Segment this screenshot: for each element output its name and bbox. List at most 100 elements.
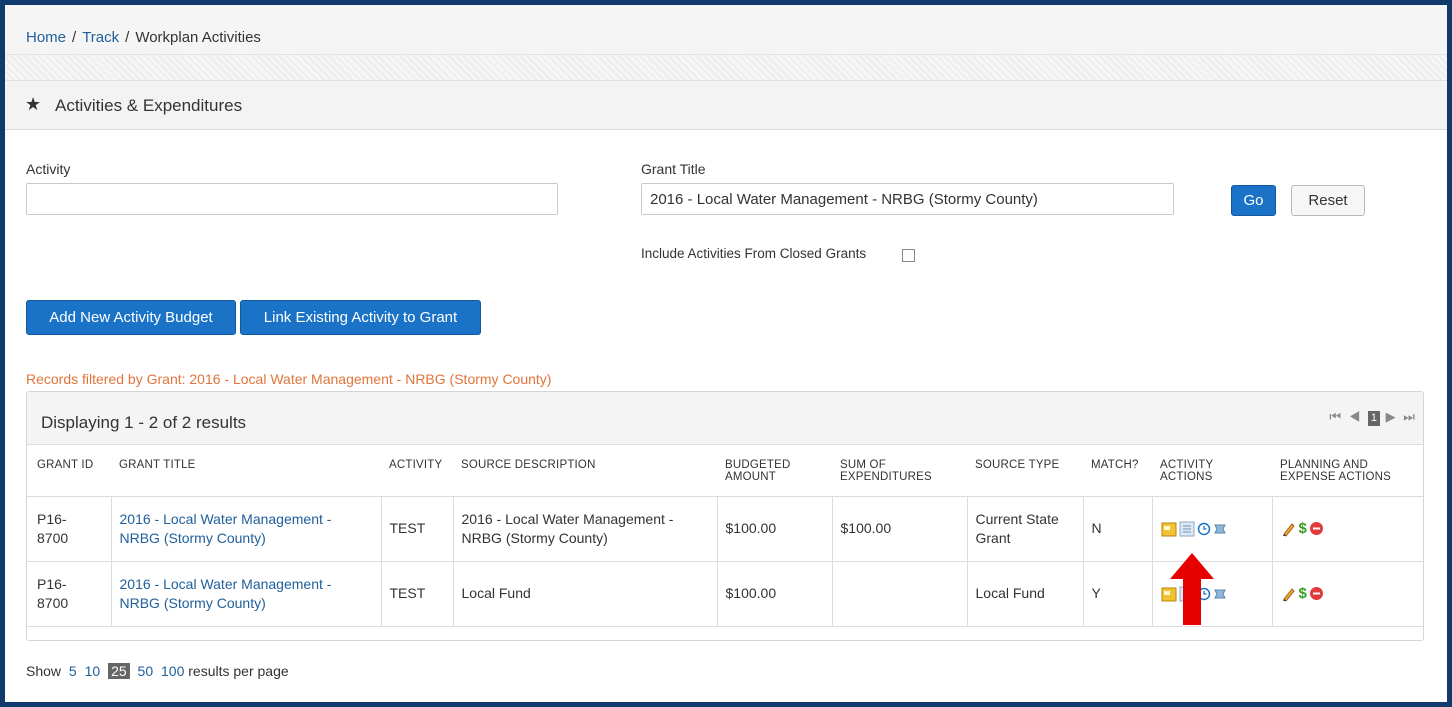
col-activity-actions-line2: ACTIONS	[1160, 471, 1213, 483]
col-planning-expense-actions: PLANNING AND EXPENSE ACTIONS	[1272, 445, 1423, 497]
grant-id-line2: 8700	[37, 529, 69, 546]
grant-title-line1: 2016 - Local Water Management -	[119, 510, 332, 527]
col-sum-expenditures[interactable]: SUM OF EXPENDITURES	[832, 445, 967, 497]
table-row: P16- 8700 2016 - Local Water Management -…	[27, 496, 1423, 562]
col-activity-actions-line1: ACTIVITY	[1160, 459, 1214, 471]
col-source-type[interactable]: SOURCE TYPE	[967, 445, 1083, 497]
cell-sum-expenditures	[832, 561, 968, 627]
col-budgeted-line2: AMOUNT	[725, 471, 777, 483]
budget-sheet-icon[interactable]	[1161, 521, 1177, 537]
grant-id-line1: P16-	[37, 510, 67, 527]
remove-icon[interactable]	[1309, 521, 1324, 536]
col-budgeted-line1: BUDGETED	[725, 459, 791, 471]
grant-title-link[interactable]: 2016 - Local Water Management - NRBG (Sto…	[120, 576, 332, 611]
breadcrumb-current: Workplan Activities	[135, 29, 261, 46]
dollar-icon[interactable]: $	[1299, 519, 1307, 538]
activity-label: Activity	[26, 161, 71, 177]
source-desc-line2: NRBG (Stormy County)	[461, 529, 608, 546]
edit-pencil-icon[interactable]	[1281, 521, 1297, 537]
source-type-line1: Current State	[975, 510, 1059, 527]
cell-budgeted-amount: $100.00	[717, 561, 833, 627]
col-sum-line2: EXPENDITURES	[840, 471, 932, 483]
filter-note: Records filtered by Grant: 2016 - Local …	[26, 371, 552, 387]
page-size-suffix: results per page	[188, 663, 289, 679]
cell-source-type: Current State Grant	[967, 496, 1084, 562]
col-match[interactable]: MATCH?	[1083, 445, 1152, 497]
link-existing-activity-button[interactable]: Link Existing Activity to Grant	[240, 300, 481, 335]
include-closed-label: Include Activities From Closed Grants	[641, 246, 867, 261]
cell-activity-actions	[1152, 496, 1273, 562]
cell-grant-id: P16- 8700	[27, 496, 112, 562]
breadcrumb-separator: /	[125, 29, 130, 46]
cell-grant-id: P16- 8700	[27, 561, 112, 627]
current-page[interactable]: 1	[1367, 411, 1381, 426]
grant-title-line2: NRBG (Stormy County)	[119, 529, 266, 546]
page-size-selector: Show 5 10 25 50 100 results per page	[26, 663, 289, 679]
cell-budgeted-amount: $100.00	[717, 496, 833, 562]
page-size-10[interactable]: 10	[85, 663, 101, 679]
next-page-icon[interactable]: ▶	[1386, 409, 1398, 424]
grant-title-line2: NRBG (Stormy County)	[119, 594, 266, 611]
cell-grant-title: 2016 - Local Water Management - NRBG (Sto…	[111, 496, 382, 562]
red-arrow-annotation	[1170, 553, 1214, 625]
table-header-row: GRANT ID GRANT TITLE ACTIVITY SOURCE DES…	[27, 445, 1423, 497]
clock-icon[interactable]	[1197, 522, 1211, 536]
grant-id-line1: P16-	[37, 575, 67, 592]
cell-activity: TEST	[381, 496, 454, 562]
col-activity[interactable]: ACTIVITY	[381, 445, 453, 497]
edit-pencil-icon[interactable]	[1281, 586, 1297, 602]
cell-source-type: Local Fund	[967, 561, 1084, 627]
history-icon[interactable]	[1213, 522, 1227, 536]
page-size-100[interactable]: 100	[161, 663, 184, 679]
cell-source-description: Local Fund	[453, 561, 718, 627]
section-title: Activities & Expenditures	[55, 96, 243, 115]
source-type-line2: Grant	[975, 529, 1011, 546]
breadcrumb-home-link[interactable]: Home	[26, 29, 66, 46]
history-icon[interactable]	[1213, 587, 1227, 601]
source-desc-line1: 2016 - Local Water Management -	[461, 510, 674, 527]
section-header: ★ Activities & Expenditures	[5, 80, 1447, 130]
remove-icon[interactable]	[1309, 586, 1324, 601]
col-source-description[interactable]: SOURCE DESCRIPTION	[453, 445, 717, 497]
prev-page-icon[interactable]: ◀	[1349, 409, 1363, 424]
results-grid: Displaying 1 - 2 of 2 results ⏮ ◀ 1 ▶ ⏭ …	[26, 391, 1424, 641]
col-grant-title[interactable]: GRANT TITLE	[111, 445, 381, 497]
grant-title-link[interactable]: 2016 - Local Water Management - NRBG (Sto…	[120, 511, 332, 546]
page-size-5[interactable]: 5	[69, 663, 77, 679]
col-budgeted-amount[interactable]: BUDGETED AMOUNT	[717, 445, 832, 497]
page-size-25-selected[interactable]: 25	[108, 663, 130, 679]
dollar-icon[interactable]: $	[1299, 584, 1307, 603]
cell-match: Y	[1083, 561, 1153, 627]
col-planning-line2: EXPENSE ACTIONS	[1280, 471, 1392, 483]
last-page-icon[interactable]: ⏭	[1403, 409, 1417, 424]
grid-header: Displaying 1 - 2 of 2 results ⏮ ◀ 1 ▶ ⏭	[27, 392, 1423, 445]
include-closed-checkbox[interactable]	[902, 249, 915, 262]
grant-title-line1: 2016 - Local Water Management -	[119, 575, 332, 592]
reset-button[interactable]: Reset	[1291, 185, 1365, 216]
col-sum-line1: SUM OF	[840, 459, 886, 471]
grant-title-label: Grant Title	[641, 161, 706, 177]
cell-planning-actions: $	[1272, 496, 1423, 562]
pager: ⏮ ◀ 1 ▶ ⏭	[1329, 409, 1417, 426]
cell-planning-actions: $	[1272, 561, 1423, 627]
details-list-icon[interactable]	[1179, 521, 1195, 537]
grant-title-input[interactable]	[641, 183, 1174, 215]
breadcrumb-separator: /	[72, 29, 77, 46]
grant-id-line2: 8700	[37, 594, 69, 611]
go-button[interactable]: Go	[1231, 185, 1276, 216]
page-size-50[interactable]: 50	[138, 663, 154, 679]
breadcrumb: Home / Track / Workplan Activities	[5, 5, 1447, 55]
col-planning-line1: PLANNING AND	[1280, 459, 1369, 471]
cell-sum-expenditures: $100.00	[832, 496, 968, 562]
col-grant-id[interactable]: GRANT ID	[27, 445, 111, 497]
cell-match: N	[1083, 496, 1153, 562]
breadcrumb-track-link[interactable]: Track	[82, 29, 119, 46]
results-count: Displaying 1 - 2 of 2 results	[41, 413, 247, 432]
cell-source-description: 2016 - Local Water Management - NRBG (Sto…	[453, 496, 718, 562]
first-page-icon[interactable]: ⏮	[1329, 409, 1343, 424]
cell-grant-title: 2016 - Local Water Management - NRBG (Sto…	[111, 561, 382, 627]
cell-activity: TEST	[381, 561, 454, 627]
activity-input[interactable]	[26, 183, 558, 215]
star-icon: ★	[25, 94, 42, 114]
add-new-activity-budget-button[interactable]: Add New Activity Budget	[26, 300, 236, 335]
